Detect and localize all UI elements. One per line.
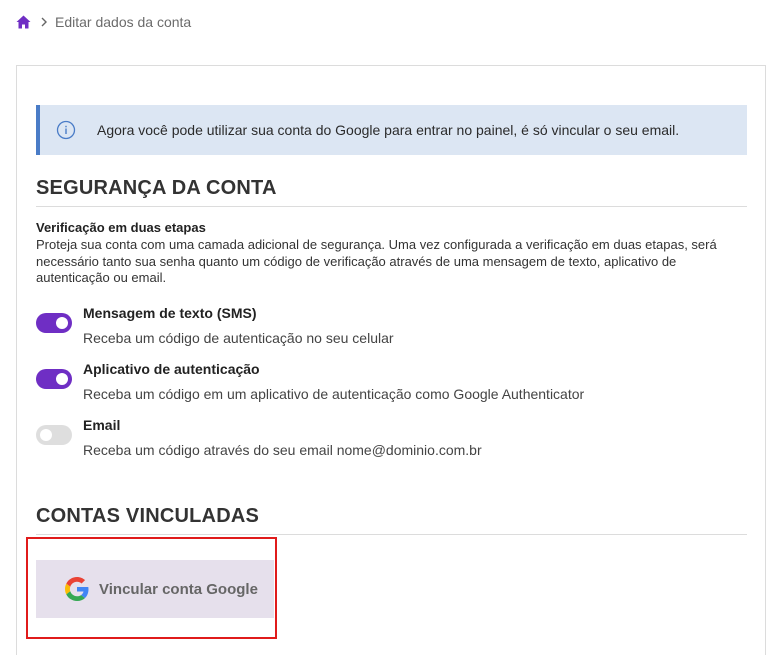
link-google-label: Vincular conta Google: [99, 580, 258, 598]
option-description: Receba um código através do seu email no…: [83, 442, 482, 458]
google-g-icon: [65, 577, 89, 601]
alert-text: Agora você pode utilizar sua conta do Go…: [97, 122, 680, 138]
home-icon[interactable]: [16, 14, 32, 30]
linked-accounts-section-title: CONTAS VINCULADAS: [36, 505, 747, 535]
security-section-title: SEGURANÇA DA CONTA: [36, 177, 747, 207]
breadcrumb: Editar dados da conta: [16, 12, 191, 32]
authenticator-toggle[interactable]: [36, 369, 72, 389]
two-factor-title: Verificação em duas etapas: [36, 220, 206, 235]
google-info-alert: Agora você pode utilizar sua conta do Go…: [36, 105, 747, 155]
breadcrumb-current: Editar dados da conta: [55, 14, 192, 30]
sms-toggle[interactable]: [36, 313, 72, 333]
option-authenticator-app: Aplicativo de autenticação Receba um cód…: [36, 361, 736, 407]
option-description: Receba um código de autenticação no seu …: [83, 330, 394, 346]
toggle-knob: [56, 317, 68, 329]
link-google-account-button[interactable]: Vincular conta Google: [36, 560, 274, 618]
toggle-knob: [40, 429, 52, 441]
option-title: Email: [83, 417, 121, 433]
option-title: Mensagem de texto (SMS): [83, 305, 257, 321]
toggle-knob: [56, 373, 68, 385]
option-sms: Mensagem de texto (SMS) Receba um código…: [36, 305, 736, 351]
chevron-right-icon: [41, 17, 47, 27]
two-factor-description: Proteja sua conta com uma camada adicion…: [36, 237, 717, 285]
account-settings-card: Agora você pode utilizar sua conta do Go…: [16, 65, 766, 655]
info-icon: [56, 120, 76, 140]
option-description: Receba um código em um aplicativo de aut…: [83, 386, 585, 402]
option-email: Email Receba um código através do seu em…: [36, 417, 736, 463]
option-title: Aplicativo de autenticação: [83, 361, 260, 377]
email-toggle[interactable]: [36, 425, 72, 445]
